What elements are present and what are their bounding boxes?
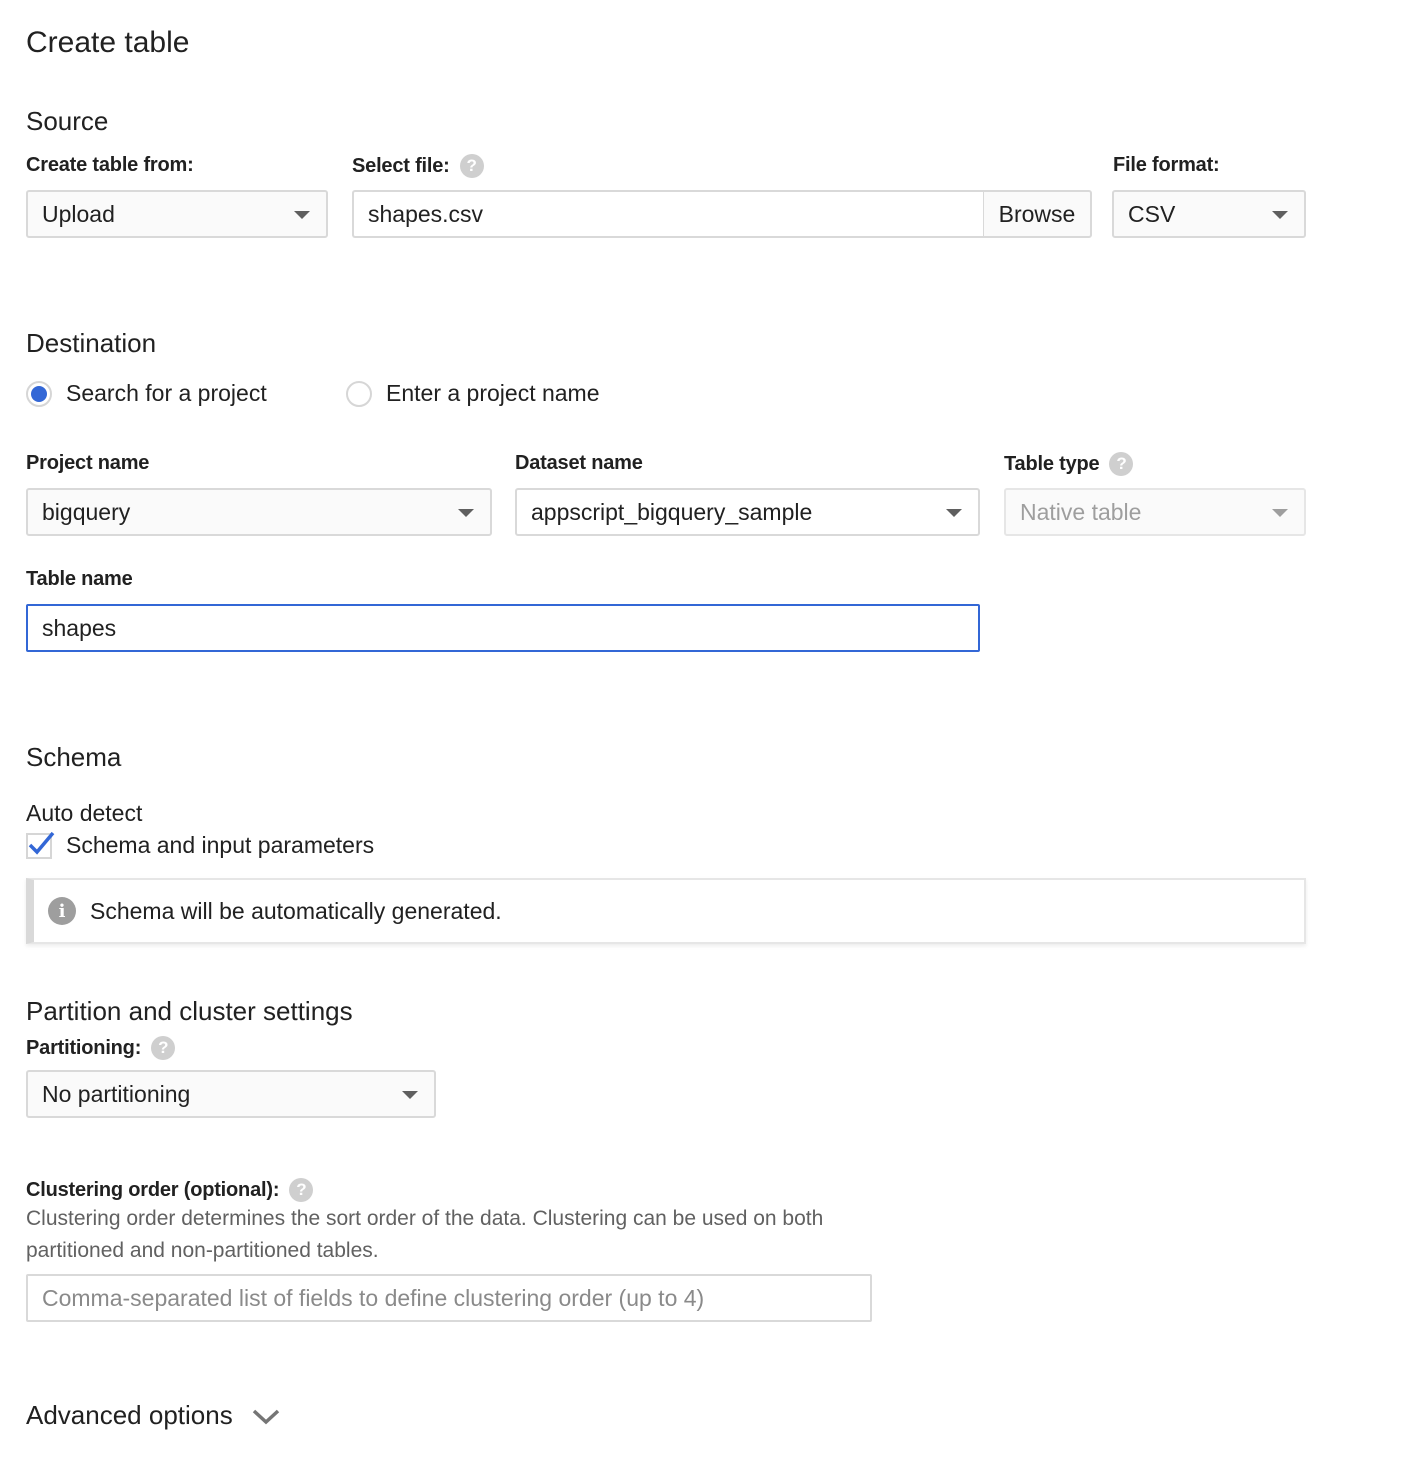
advanced-options-label: Advanced options bbox=[26, 1400, 233, 1430]
radio-search-project-label: Search for a project bbox=[66, 380, 267, 406]
table-name-value: shapes bbox=[42, 614, 117, 641]
advanced-options-toggle[interactable]: Advanced options bbox=[26, 1400, 281, 1431]
table-type-value: Native table bbox=[1020, 498, 1142, 525]
browse-button[interactable]: Browse bbox=[983, 190, 1092, 238]
help-icon[interactable]: ? bbox=[459, 154, 484, 178]
create-table-from-value: Upload bbox=[42, 200, 115, 227]
chevron-down-icon bbox=[252, 1409, 279, 1424]
partition-heading: Partition and cluster settings bbox=[26, 996, 353, 1026]
select-file-label-row: Select file: ? bbox=[352, 154, 484, 178]
partitioning-label-row: Partitioning: ? bbox=[26, 1036, 176, 1060]
partitioning-value: No partitioning bbox=[42, 1080, 191, 1107]
schema-info-message: Schema will be automatically generated. bbox=[90, 897, 502, 924]
source-heading: Source bbox=[26, 106, 109, 136]
partitioning-label: Partitioning: bbox=[26, 1036, 142, 1059]
radio-enter-project[interactable]: Enter a project name bbox=[346, 380, 600, 407]
table-name-label: Table name bbox=[26, 568, 133, 590]
destination-heading: Destination bbox=[26, 328, 157, 358]
schema-heading: Schema bbox=[26, 742, 122, 772]
clustering-label: Clustering order (optional): bbox=[26, 1178, 280, 1201]
help-icon[interactable]: ? bbox=[151, 1036, 176, 1060]
radio-button-unselected[interactable] bbox=[346, 380, 372, 407]
schema-info-box: i Schema will be automatically generated… bbox=[26, 878, 1306, 944]
clustering-order-input[interactable]: Comma-separated list of fields to define… bbox=[26, 1274, 872, 1322]
dataset-name-label: Dataset name bbox=[515, 452, 643, 474]
clustering-description-line1: Clustering order determines the sort ord… bbox=[26, 1207, 824, 1230]
radio-search-project[interactable]: Search for a project bbox=[26, 380, 267, 407]
table-name-input[interactable]: shapes bbox=[26, 604, 980, 652]
table-type-label-row: Table type ? bbox=[1004, 452, 1134, 476]
table-type-select: Native table bbox=[1004, 488, 1306, 536]
create-table-from-label: Create table from: bbox=[26, 154, 194, 176]
info-icon: i bbox=[48, 897, 76, 925]
caret-down-icon bbox=[946, 509, 962, 517]
checkbox[interactable] bbox=[26, 831, 55, 859]
clustering-description-line2: partitioned and non-partitioned tables. bbox=[26, 1239, 379, 1262]
checkbox-label: Schema and input parameters bbox=[66, 832, 375, 858]
clustering-label-row: Clustering order (optional): ? bbox=[26, 1178, 314, 1202]
caret-down-icon bbox=[1272, 509, 1288, 517]
radio-dot bbox=[31, 385, 47, 402]
radio-button-selected[interactable] bbox=[26, 380, 52, 407]
table-type-label: Table type bbox=[1004, 452, 1100, 475]
create-table-from-select[interactable]: Upload bbox=[26, 190, 328, 238]
select-file-input[interactable]: shapes.csv bbox=[352, 190, 986, 238]
partitioning-select[interactable]: No partitioning bbox=[26, 1070, 436, 1118]
file-format-select[interactable]: CSV bbox=[1112, 190, 1306, 238]
project-name-label: Project name bbox=[26, 452, 150, 474]
caret-down-icon bbox=[402, 1091, 418, 1099]
page-title: Create table bbox=[26, 26, 190, 59]
caret-down-icon bbox=[294, 211, 310, 219]
file-format-label: File format: bbox=[1113, 154, 1220, 176]
project-name-value: bigquery bbox=[42, 498, 131, 525]
radio-enter-project-label: Enter a project name bbox=[386, 380, 600, 406]
project-name-select[interactable]: bigquery bbox=[26, 488, 492, 536]
checkmark-icon bbox=[28, 831, 55, 855]
schema-auto-detect-checkbox-row[interactable]: Schema and input parameters bbox=[26, 831, 375, 859]
caret-down-icon bbox=[1272, 211, 1288, 219]
select-file-value: shapes.csv bbox=[368, 200, 484, 227]
dataset-name-select[interactable]: appscript_bigquery_sample bbox=[515, 488, 980, 536]
clustering-placeholder: Comma-separated list of fields to define… bbox=[42, 1284, 705, 1311]
select-file-label: Select file: bbox=[352, 154, 450, 177]
auto-detect-label: Auto detect bbox=[26, 800, 143, 826]
file-format-value: CSV bbox=[1128, 200, 1176, 227]
caret-down-icon bbox=[458, 509, 474, 517]
help-icon[interactable]: ? bbox=[1109, 452, 1134, 476]
dataset-name-value: appscript_bigquery_sample bbox=[531, 498, 813, 525]
help-icon[interactable]: ? bbox=[289, 1178, 314, 1202]
